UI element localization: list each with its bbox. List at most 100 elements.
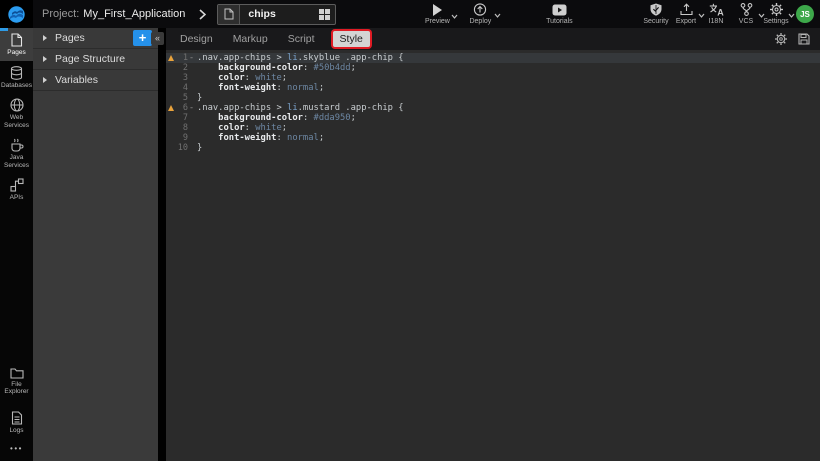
shield-icon xyxy=(650,3,662,16)
panel-section-variables[interactable]: Variables xyxy=(33,70,158,91)
code-line[interactable]: 3 color: white; xyxy=(166,73,820,83)
tab-style[interactable]: Style xyxy=(333,31,370,47)
settings-chevron-icon[interactable] xyxy=(788,13,795,18)
sidebar-item-apis[interactable]: APIs xyxy=(0,173,33,206)
sidebar-item-web-services[interactable]: Web Services xyxy=(0,93,33,133)
i18n-button[interactable]: A I18N xyxy=(701,3,731,25)
page-switcher-grid-icon[interactable] xyxy=(319,9,330,20)
database-icon xyxy=(10,66,23,80)
panel-section-label: Page Structure xyxy=(55,53,125,65)
settings-button[interactable]: Settings xyxy=(761,3,791,25)
sidebar-item-pages[interactable]: Pages xyxy=(0,28,33,61)
tab-markup[interactable]: Markup xyxy=(231,31,270,47)
editor-header: Design Markup Script Style xyxy=(166,28,820,50)
deploy-upload-icon xyxy=(473,3,487,16)
line-number: 10 xyxy=(176,143,188,153)
sidebar-label: Web Services xyxy=(1,114,33,129)
editor-header-actions xyxy=(775,33,810,45)
line-number: 2 xyxy=(176,63,188,73)
app-logo[interactable] xyxy=(0,0,33,28)
sidebar-item-java-services[interactable]: Java Services xyxy=(0,133,33,173)
code-text: color: white; xyxy=(197,123,287,133)
logs-icon xyxy=(11,411,23,425)
expand-triangle-icon xyxy=(43,77,47,83)
export-button[interactable]: Export xyxy=(671,3,701,25)
code-lines: 1-.nav.app-chips > li.skyblue .app-chip … xyxy=(166,53,820,153)
code-text: } xyxy=(197,93,202,103)
wavemaker-logo-icon xyxy=(8,6,25,23)
line-number: 9 xyxy=(176,133,188,143)
ide-window: Project: My_First_Application chips Prev… xyxy=(0,0,820,461)
video-icon xyxy=(552,4,567,16)
code-line[interactable]: 10} xyxy=(166,143,820,153)
main-area: Pages Databases Web Services xyxy=(0,28,820,461)
tutorials-button[interactable]: Tutorials xyxy=(539,4,579,25)
editor-tabs: Design Markup Script Style xyxy=(178,31,370,47)
collapse-panel-button[interactable]: « xyxy=(151,32,164,45)
code-line[interactable]: 4 font-weight: normal; xyxy=(166,83,820,93)
code-line[interactable]: 1-.nav.app-chips > li.skyblue .app-chip … xyxy=(166,53,820,63)
sidebar-label: File Explorer xyxy=(1,381,33,396)
code-line[interactable]: 7 background-color: #dda950; xyxy=(166,113,820,123)
deploy-chevron-icon[interactable] xyxy=(494,13,501,18)
panel-splitter[interactable]: « xyxy=(158,28,166,461)
page-file-icon xyxy=(218,5,240,24)
tab-design[interactable]: Design xyxy=(178,31,215,47)
vcs-label: VCS xyxy=(739,18,753,25)
fold-marker[interactable]: - xyxy=(188,53,195,63)
sidebar-item-logs[interactable]: Logs xyxy=(0,406,33,439)
user-avatar[interactable]: JS xyxy=(796,5,814,23)
code-line[interactable]: 8 color: white; xyxy=(166,123,820,133)
sidebar-label: APIs xyxy=(10,194,24,202)
warning-icon xyxy=(166,105,176,111)
code-text: font-weight: normal; xyxy=(197,83,324,93)
tab-script[interactable]: Script xyxy=(286,31,317,47)
panel-section-pages[interactable]: Pages + xyxy=(33,28,158,49)
pages-icon xyxy=(10,33,23,47)
sidebar-label: Databases xyxy=(1,82,32,90)
globe-icon xyxy=(10,98,24,112)
translate-icon: A xyxy=(709,3,724,16)
sidebar-item-databases[interactable]: Databases xyxy=(0,61,33,94)
preview-button[interactable]: Preview xyxy=(420,4,454,25)
i18n-label: I18N xyxy=(709,18,724,25)
svg-text:A: A xyxy=(717,8,724,17)
export-icon xyxy=(680,3,693,16)
project-breadcrumb: Project: My_First_Application xyxy=(42,8,185,20)
sidebar-more-button[interactable]: ••• xyxy=(0,438,33,461)
security-button[interactable]: Security xyxy=(641,3,671,25)
deploy-label: Deploy xyxy=(469,18,491,25)
code-line[interactable]: 9 font-weight: normal; xyxy=(166,133,820,143)
preview-chevron-icon[interactable] xyxy=(451,14,458,19)
panel-section-page-structure[interactable]: Page Structure xyxy=(33,49,158,70)
coffee-cup-icon xyxy=(10,138,24,152)
expand-triangle-icon xyxy=(43,56,47,62)
editor-region: Design Markup Script Style xyxy=(166,28,820,461)
code-text: } xyxy=(197,143,202,153)
project-name: My_First_Application xyxy=(83,8,185,20)
style-code-editor[interactable]: 1-.nav.app-chips > li.skyblue .app-chip … xyxy=(166,50,820,461)
code-line[interactable]: 5} xyxy=(166,93,820,103)
deploy-button[interactable]: Deploy xyxy=(463,3,497,25)
sidebar-item-file-explorer[interactable]: File Explorer xyxy=(0,362,33,400)
page-tab-chips[interactable]: chips xyxy=(217,4,336,25)
code-line[interactable]: 6-.nav.app-chips > li.mustard .app-chip … xyxy=(166,103,820,113)
line-number: 3 xyxy=(176,73,188,83)
gear-icon xyxy=(770,3,783,16)
pages-panel: Pages + Page Structure Variables xyxy=(33,28,158,461)
line-number: 4 xyxy=(176,83,188,93)
code-text: background-color: #dda950; xyxy=(197,113,356,123)
save-button[interactable] xyxy=(798,33,810,45)
api-connector-icon xyxy=(10,178,24,192)
panel-empty-area xyxy=(33,91,158,461)
add-page-button[interactable]: + xyxy=(133,30,152,46)
editor-settings-button[interactable] xyxy=(775,33,787,45)
code-text: .nav.app-chips > li.mustard .app-chip { xyxy=(197,103,404,113)
export-label: Export xyxy=(676,18,696,25)
code-line[interactable]: 2 background-color: #50b4dd; xyxy=(166,63,820,73)
page-tab-label: chips xyxy=(248,8,319,20)
sidebar-label: Logs xyxy=(9,427,23,435)
fold-marker[interactable]: - xyxy=(188,103,195,113)
vcs-button[interactable]: VCS xyxy=(731,3,761,25)
line-number: 5 xyxy=(176,93,188,103)
